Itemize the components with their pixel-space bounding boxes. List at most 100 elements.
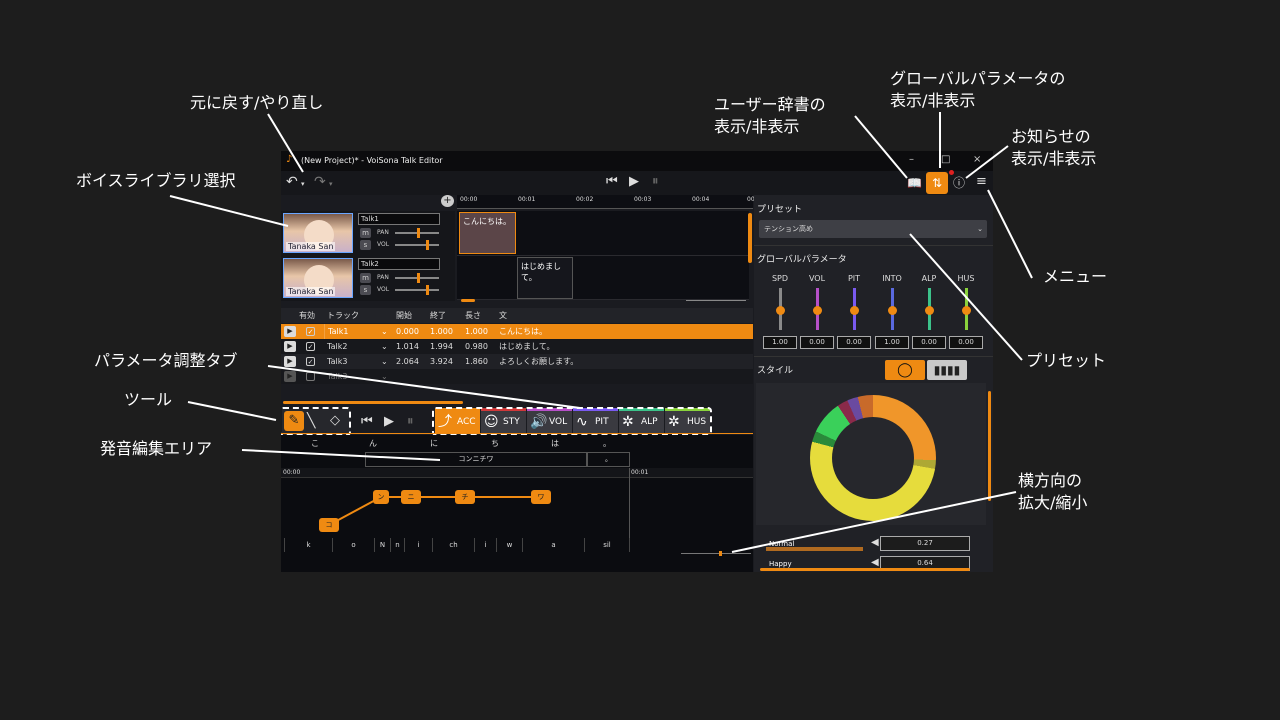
notice-button[interactable]: ⓘ bbox=[953, 176, 965, 190]
chevron-down-icon[interactable]: ⌄ bbox=[381, 354, 388, 369]
style-pie-view-button[interactable]: ◯ bbox=[885, 360, 925, 380]
mute-button[interactable]: m bbox=[360, 228, 371, 238]
param-value-pit[interactable]: 0.00 bbox=[837, 336, 871, 349]
voice-library-selector[interactable]: Tanaka San bbox=[283, 258, 353, 298]
editor-skip-back-button[interactable]: ⏮ bbox=[361, 415, 373, 429]
pan-knob[interactable] bbox=[417, 228, 420, 238]
editor-pause-button[interactable]: ⏸ bbox=[407, 415, 414, 429]
row-play-button[interactable]: ▶ bbox=[284, 356, 296, 367]
param-knob[interactable] bbox=[850, 306, 859, 315]
user-dictionary-button[interactable]: 📖 bbox=[907, 176, 922, 190]
param-value-spd[interactable]: 1.00 bbox=[763, 336, 797, 349]
param-knob[interactable] bbox=[776, 306, 785, 315]
menu-button[interactable]: ≡ bbox=[976, 175, 987, 189]
preset-dropdown[interactable]: テンション高め ⌄ bbox=[759, 220, 987, 238]
track-name-field[interactable]: Talk1 bbox=[358, 213, 440, 225]
close-button[interactable]: × bbox=[973, 154, 981, 165]
row-enabled-checkbox[interactable]: ✓ bbox=[306, 357, 315, 366]
vol-knob[interactable] bbox=[425, 285, 429, 295]
emotion-value[interactable]: 0.27 bbox=[880, 536, 970, 551]
row-play-button[interactable]: ▶ bbox=[284, 341, 296, 352]
vol-knob[interactable] bbox=[425, 240, 429, 250]
phoneme-cell[interactable]: n bbox=[390, 538, 404, 552]
row-enabled-checkbox[interactable] bbox=[306, 372, 315, 381]
param-value-hus[interactable]: 0.00 bbox=[949, 336, 983, 349]
phoneme-cell[interactable]: a bbox=[522, 538, 584, 552]
table-scrollbar[interactable] bbox=[283, 401, 463, 404]
play-button[interactable]: ▶ bbox=[629, 175, 639, 189]
chevron-down-icon[interactable]: ⌄ bbox=[381, 369, 388, 384]
accent-note[interactable]: チ bbox=[455, 490, 475, 504]
table-row[interactable]: ▶ ✓ Talk1 ⌄ 0.000 1.000 1.000 こんにちは。 bbox=[281, 324, 753, 339]
style-donut-area[interactable] bbox=[756, 383, 986, 525]
editor-play-button[interactable]: ▶ bbox=[384, 415, 394, 429]
accent-note[interactable]: コ bbox=[319, 518, 339, 532]
row-text[interactable]: こんにちは。 bbox=[496, 324, 547, 339]
table-row[interactable]: ▶ ✓ Talk2 ⌄ 1.014 1.994 0.980 はじめまして。 bbox=[281, 339, 753, 354]
track-name-field[interactable]: Talk2 bbox=[358, 258, 440, 270]
track-lane-talk1[interactable]: こんにちは。 bbox=[457, 211, 749, 256]
row-length[interactable]: 1.860 bbox=[462, 354, 488, 369]
row-end[interactable]: 3.924 bbox=[427, 354, 453, 369]
pan-slider[interactable] bbox=[395, 273, 439, 283]
phoneme-cell[interactable]: N bbox=[374, 538, 390, 552]
emotion-bar[interactable] bbox=[766, 547, 863, 551]
redo-history-icon[interactable]: ▾ bbox=[329, 177, 333, 191]
pan-knob[interactable] bbox=[417, 273, 420, 283]
track-lane-talk2[interactable]: はじめまして。 bbox=[457, 256, 749, 300]
row-length[interactable]: 0.980 bbox=[462, 339, 488, 354]
phoneme-cell[interactable]: i bbox=[404, 538, 432, 552]
panel-scrollbar[interactable] bbox=[988, 391, 991, 501]
panel-h-scrollbar[interactable] bbox=[760, 568, 970, 571]
row-enabled-checkbox[interactable]: ✓ bbox=[306, 327, 315, 336]
add-track-button[interactable]: + bbox=[441, 195, 454, 207]
row-track-select[interactable]: Talk2 bbox=[324, 339, 347, 354]
accent-note[interactable]: ン bbox=[373, 490, 389, 504]
style-bar-view-button[interactable]: ▮▮▮▮ bbox=[927, 360, 967, 380]
phoneme-cell[interactable]: i bbox=[474, 538, 496, 552]
track-header-talk1[interactable]: Tanaka San Talk1 m s PAN VOL bbox=[281, 211, 455, 256]
global-params-toggle-button[interactable]: ⇅ bbox=[926, 172, 948, 194]
row-start[interactable]: 1.014 bbox=[393, 339, 419, 354]
table-row[interactable]: ▶ ✓ Talk3 ⌄ 2.064 3.924 1.860 よろしくお願します。 bbox=[281, 354, 753, 369]
row-enabled-checkbox[interactable]: ✓ bbox=[306, 342, 315, 351]
accent-note[interactable]: ワ bbox=[531, 490, 551, 504]
phoneme-cell[interactable]: ch bbox=[432, 538, 474, 552]
timeline-ruler[interactable]: 00:00 00:01 00:02 00:03 00:04 00:05 bbox=[457, 195, 764, 209]
phoneme-cell[interactable]: o bbox=[332, 538, 374, 552]
undo-button[interactable]: ↶ bbox=[286, 175, 298, 189]
row-text[interactable]: よろしくお願します。 bbox=[496, 354, 578, 369]
skip-back-button[interactable]: ⏮ bbox=[606, 175, 618, 189]
row-end[interactable]: 1.994 bbox=[427, 339, 453, 354]
voice-library-selector[interactable]: Tanaka San bbox=[283, 213, 353, 253]
style-donut-chart[interactable] bbox=[810, 395, 936, 521]
arrow-left-icon[interactable]: ◀ bbox=[871, 537, 879, 548]
row-length[interactable]: 1.000 bbox=[462, 324, 488, 339]
row-track-select[interactable]: Talk3 bbox=[324, 354, 347, 369]
track-header-talk2[interactable]: Tanaka San Talk2 m s PAN VOL bbox=[281, 256, 455, 301]
row-track-select[interactable]: Talk3 bbox=[324, 369, 347, 384]
chevron-down-icon[interactable]: ⌄ bbox=[381, 324, 388, 339]
timeline-zoom-slider[interactable] bbox=[686, 300, 746, 301]
solo-button[interactable]: s bbox=[360, 240, 371, 250]
clip-talk2[interactable]: はじめまして。 bbox=[517, 257, 573, 299]
minimize-button[interactable]: – bbox=[909, 154, 914, 165]
chevron-down-icon[interactable]: ⌄ bbox=[381, 339, 388, 354]
clip-talk1[interactable]: こんにちは。 bbox=[459, 212, 516, 254]
track-scrollbar[interactable] bbox=[748, 213, 752, 263]
param-value-into[interactable]: 1.00 bbox=[875, 336, 909, 349]
pan-slider[interactable] bbox=[395, 228, 439, 238]
horizontal-zoom-slider[interactable] bbox=[681, 551, 751, 556]
phoneme-cell[interactable]: w bbox=[496, 538, 522, 552]
param-knob[interactable] bbox=[962, 306, 971, 315]
phoneme-cell[interactable]: sil bbox=[584, 538, 630, 552]
phoneme-cell[interactable]: k bbox=[284, 538, 332, 552]
mute-button[interactable]: m bbox=[360, 273, 371, 283]
arrow-left-icon[interactable]: ◀ bbox=[871, 557, 879, 568]
row-play-button[interactable]: ▶ bbox=[284, 326, 296, 337]
param-value-vol[interactable]: 0.00 bbox=[800, 336, 834, 349]
table-row[interactable]: ▶ Talk3 ⌄ bbox=[281, 369, 753, 384]
pause-button[interactable]: ⏸ bbox=[652, 175, 659, 189]
vol-slider[interactable] bbox=[395, 240, 439, 250]
redo-button[interactable]: ↷ bbox=[314, 175, 326, 189]
